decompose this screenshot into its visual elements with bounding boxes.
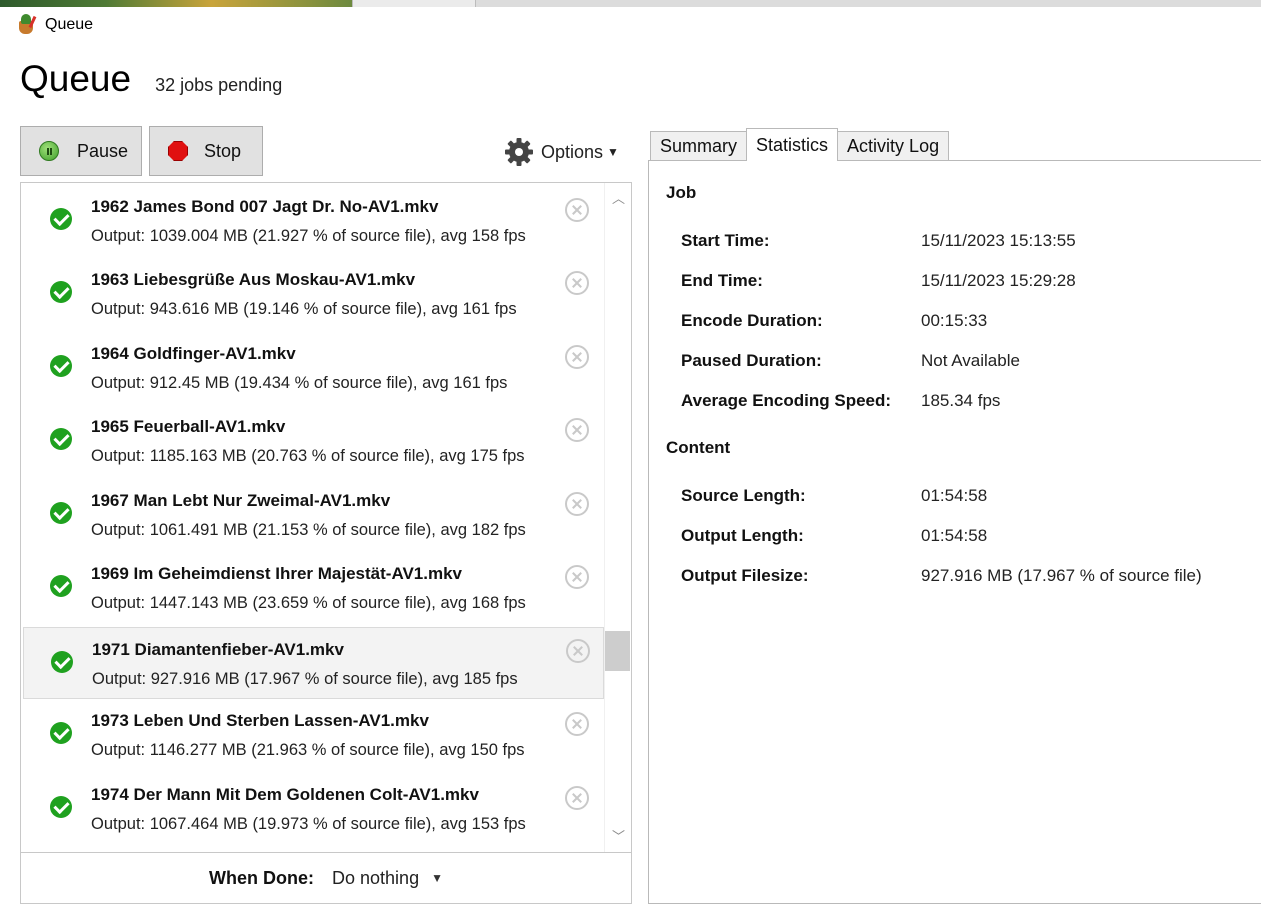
- queue-item-name: 1973 Leben Und Sterben Lassen-AV1.mkv: [91, 711, 429, 730]
- end-time-label: End Time:: [681, 271, 763, 290]
- queue-scrollbar[interactable]: ︿ ﹀: [604, 183, 630, 852]
- completed-check-icon: [50, 208, 72, 230]
- queue-item[interactable]: 1963 Liebesgrüße Aus Moskau-AV1.mkv Outp…: [23, 256, 604, 328]
- queue-item[interactable]: 1967 Man Lebt Nur Zweimal-AV1.mkv Output…: [23, 477, 604, 549]
- completed-check-icon: [50, 722, 72, 744]
- completed-check-icon: [50, 355, 72, 377]
- queue-item-info: Output: 1067.464 MB (19.973 % of source …: [91, 815, 526, 833]
- completed-check-icon: [50, 281, 72, 303]
- queue-item-info: Output: 1185.163 MB (20.763 % of source …: [91, 447, 525, 465]
- completed-check-icon: [50, 796, 72, 818]
- completed-check-icon: [51, 651, 73, 673]
- remove-job-icon[interactable]: [565, 271, 589, 295]
- details-tabs: Summary Statistics Activity Log: [650, 128, 950, 161]
- remove-job-icon[interactable]: [565, 345, 589, 369]
- queue-item[interactable]: 1969 Im Geheimdienst Ihrer Majestät-AV1.…: [23, 550, 604, 622]
- pause-button[interactable]: Pause: [20, 126, 142, 176]
- remove-job-icon[interactable]: [566, 639, 590, 663]
- remove-job-icon[interactable]: [565, 418, 589, 442]
- scrollbar-thumb[interactable]: [605, 631, 630, 671]
- page-title: Queue: [20, 58, 132, 99]
- queue-item[interactable]: 1964 Goldfinger-AV1.mkv Output: 912.45 M…: [23, 330, 604, 402]
- title-bar: Queue: [0, 10, 1261, 40]
- options-menu-button[interactable]: Options ▼: [503, 136, 619, 168]
- average-speed-value: 185.34 fps: [921, 391, 1001, 410]
- chevron-down-icon[interactable]: ▼: [431, 871, 443, 885]
- remove-job-icon[interactable]: [565, 786, 589, 810]
- queue-item[interactable]: 1965 Feuerball-AV1.mkv Output: 1185.163 …: [23, 403, 604, 475]
- queue-item[interactable]: 1962 James Bond 007 Jagt Dr. No-AV1.mkv …: [23, 183, 604, 255]
- queue-list[interactable]: 1962 James Bond 007 Jagt Dr. No-AV1.mkv …: [20, 182, 632, 852]
- tab-activity-log[interactable]: Activity Log: [837, 131, 950, 161]
- remove-job-icon[interactable]: [565, 492, 589, 516]
- page-header: Queue 32 jobs pending: [20, 58, 282, 100]
- queue-item-name: 1963 Liebesgrüße Aus Moskau-AV1.mkv: [91, 270, 416, 289]
- wallpaper-fragment: [0, 0, 352, 7]
- options-caret-icon: ▼: [607, 145, 619, 159]
- queue-item[interactable]: 1973 Leben Und Sterben Lassen-AV1.mkv Ou…: [23, 697, 604, 769]
- handbrake-app-icon: [17, 14, 39, 36]
- queue-item-info: Output: 1146.277 MB (21.963 % of source …: [91, 741, 525, 759]
- tab-statistics[interactable]: Statistics: [746, 128, 839, 161]
- queue-item-name: 1969 Im Geheimdienst Ihrer Majestät-AV1.…: [91, 564, 463, 583]
- stop-button-label: Stop: [204, 140, 242, 161]
- when-done-bar: When Done: Do nothing ▼: [20, 852, 632, 904]
- completed-check-icon: [50, 575, 72, 597]
- output-length-label: Output Length:: [681, 526, 804, 545]
- stop-button[interactable]: Stop: [149, 126, 263, 176]
- queue-item-name: 1962 James Bond 007 Jagt Dr. No-AV1.mkv: [91, 197, 439, 216]
- queue-item-name: 1971 Diamantenfieber-AV1.mkv: [92, 640, 344, 659]
- stop-icon: [168, 141, 188, 161]
- when-done-label: When Done:: [209, 867, 315, 888]
- output-filesize-label: Output Filesize:: [681, 566, 809, 585]
- remove-job-icon[interactable]: [565, 565, 589, 589]
- queue-item-info: Output: 927.916 MB (17.967 % of source f…: [92, 670, 518, 688]
- average-speed-label: Average Encoding Speed:: [681, 391, 892, 410]
- queue-item-info: Output: 912.45 MB (19.434 % of source fi…: [91, 374, 508, 392]
- pause-button-label: Pause: [77, 140, 129, 161]
- completed-check-icon: [50, 502, 72, 524]
- scroll-up-icon[interactable]: ︿: [612, 192, 625, 205]
- queue-item-selected[interactable]: 1971 Diamantenfieber-AV1.mkv Output: 927…: [23, 627, 604, 699]
- background-window-edge: [352, 0, 476, 7]
- remove-job-icon[interactable]: [565, 712, 589, 736]
- desktop-background-strip: [0, 0, 1261, 7]
- start-time-label: Start Time:: [681, 231, 770, 250]
- queue-item-info: Output: 1039.004 MB (21.927 % of source …: [91, 227, 526, 245]
- encode-duration-label: Encode Duration:: [681, 311, 823, 330]
- queue-item-name: 1974 Der Mann Mit Dem Goldenen Colt-AV1.…: [91, 785, 479, 804]
- queue-item-name: 1964 Goldfinger-AV1.mkv: [91, 344, 296, 363]
- queue-item-info: Output: 1447.143 MB (23.659 % of source …: [91, 594, 526, 612]
- encode-duration-value: 00:15:33: [921, 311, 988, 330]
- tab-summary[interactable]: Summary: [650, 131, 748, 161]
- queue-item-info: Output: 943.616 MB (19.146 % of source f…: [91, 300, 517, 318]
- paused-duration-label: Paused Duration:: [681, 351, 822, 370]
- queue-item-name: 1967 Man Lebt Nur Zweimal-AV1.mkv: [91, 491, 391, 510]
- queue-item-info: Output: 1061.491 MB (21.153 % of source …: [91, 521, 526, 539]
- content-section-heading: Content: [666, 438, 731, 457]
- end-time-value: 15/11/2023 15:29:28: [921, 271, 1076, 290]
- source-length-value: 01:54:58: [921, 486, 988, 505]
- queue-item[interactable]: 1974 Der Mann Mit Dem Goldenen Colt-AV1.…: [23, 771, 604, 843]
- window-title: Queue: [45, 16, 94, 33]
- queue-item-name: 1965 Feuerball-AV1.mkv: [91, 417, 286, 436]
- output-filesize-value: 927.916 MB (17.967 % of source file): [921, 566, 1202, 585]
- paused-duration-value: Not Available: [921, 351, 1020, 370]
- job-section-heading: Job: [666, 183, 697, 202]
- start-time-value: 15/11/2023 15:13:55: [921, 231, 1076, 250]
- output-length-value: 01:54:58: [921, 526, 988, 545]
- pause-icon: [39, 141, 59, 161]
- scroll-down-icon[interactable]: ﹀: [612, 830, 625, 843]
- jobs-pending-count: 32 jobs pending: [155, 75, 283, 95]
- when-done-select[interactable]: Do nothing: [332, 868, 419, 889]
- completed-check-icon: [50, 428, 72, 450]
- gear-icon: [505, 138, 533, 166]
- options-label: Options: [541, 141, 604, 162]
- source-length-label: Source Length:: [681, 486, 806, 505]
- remove-job-icon[interactable]: [565, 198, 589, 222]
